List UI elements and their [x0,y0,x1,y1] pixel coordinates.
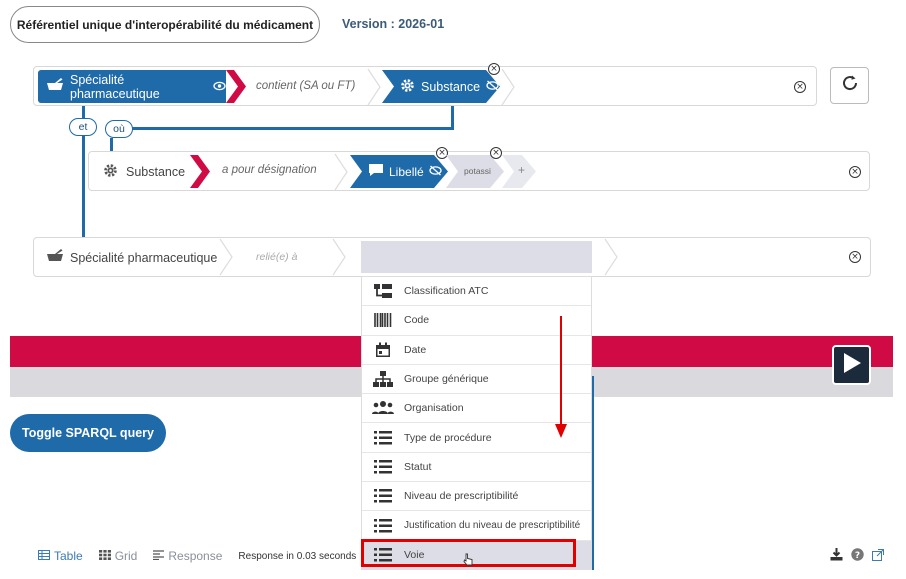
calendar-icon [362,342,404,358]
subject-label: Spécialité pharmaceutique [70,250,218,265]
predicate-label[interactable]: relié(e) à [256,251,297,263]
predicate-label[interactable]: a pour désignation [222,164,317,176]
dropdown-item[interactable]: Justification du niveau de prescriptibil… [362,511,591,541]
subject-chip[interactable]: Substance [103,155,185,188]
pestle-icon [46,248,64,267]
tab-grid[interactable]: Grid [98,549,137,563]
connector-line [451,105,454,129]
delete-row-icon[interactable]: × [849,251,861,263]
chevron-separator [334,153,348,191]
reset-button[interactable] [830,67,869,104]
toggle-sparql-button[interactable]: Toggle SPARQL query [10,414,166,452]
svg-text:?: ? [855,551,860,561]
eye-icon[interactable] [213,80,226,94]
object-chip[interactable]: Substance [400,70,499,103]
results-tabs: Table Grid Response Response in 0.03 sec… [38,549,356,563]
version-label: Version : 2026-01 [342,17,445,31]
list-icon [362,459,404,474]
connector-line [132,127,454,130]
eye-slash-icon[interactable] [486,80,499,94]
play-icon [841,351,863,380]
barcode-icon [362,313,404,328]
list-icon [362,489,404,503]
tab-table[interactable]: Table [38,549,83,563]
response-time: Response in 0.03 seconds [238,550,357,562]
hand-cursor-icon [463,553,473,566]
external-link-icon[interactable] [872,548,884,566]
gear-icon [103,163,118,181]
table-icon [38,549,50,563]
object-label: Substance [421,79,481,94]
sitemap-icon [362,371,404,388]
object-label: Libellé [389,164,424,179]
dropdown-item[interactable]: Statut [362,453,591,483]
remove-object-icon[interactable]: × [488,63,500,75]
dropdown-item[interactable]: Niveau de prescriptibilité [362,482,591,512]
eye-slash-icon[interactable] [429,165,442,179]
help-icon[interactable]: ? [851,548,864,566]
arrow-separator [226,70,246,103]
object-select-input[interactable] [361,241,592,273]
tab-response[interactable]: Response [153,549,222,563]
users-icon [362,400,404,416]
down-arrow-annotation [555,316,567,438]
download-icon[interactable] [830,548,843,566]
connector-ou[interactable]: où [105,120,133,138]
grid-icon [98,549,111,563]
value-chip[interactable]: potassi [464,166,491,176]
remove-value-icon[interactable]: × [490,147,502,159]
refresh-icon [840,73,860,98]
chevron-separator [332,238,346,276]
chevron-separator [219,238,233,276]
chevron-separator [367,68,381,106]
subject-label: Spécialité pharmaceutique [70,72,160,101]
subject-label: Substance [126,164,186,179]
dropdown-item[interactable]: Classification ATC [362,277,591,307]
comment-icon [368,163,384,180]
run-query-button[interactable] [832,345,871,385]
app-title: Référentiel unique d'interopérabilité du… [10,6,320,43]
arrow-separator [190,155,210,188]
scroll-indicator [592,376,594,570]
delete-row-icon[interactable]: × [794,81,806,93]
pestle-icon [46,77,64,96]
chevron-separator [501,68,515,106]
results-tools: ? [830,548,884,566]
gear-icon [400,78,415,96]
align-left-icon [153,549,165,563]
add-value-button[interactable]: + [518,163,525,177]
object-chip[interactable]: Libellé [368,155,442,188]
subject-chip[interactable]: Spécialité pharmaceutique [38,70,226,103]
subject-chip[interactable]: Spécialité pharmaceutique [46,241,217,274]
tree-icon [362,283,404,299]
predicate-label[interactable]: contient (SA ou FT) [256,80,355,92]
chevron-separator [604,238,618,276]
list-icon [362,518,404,533]
connector-et[interactable]: et [69,118,97,136]
list-icon [362,430,404,445]
delete-row-icon[interactable]: × [849,166,861,178]
